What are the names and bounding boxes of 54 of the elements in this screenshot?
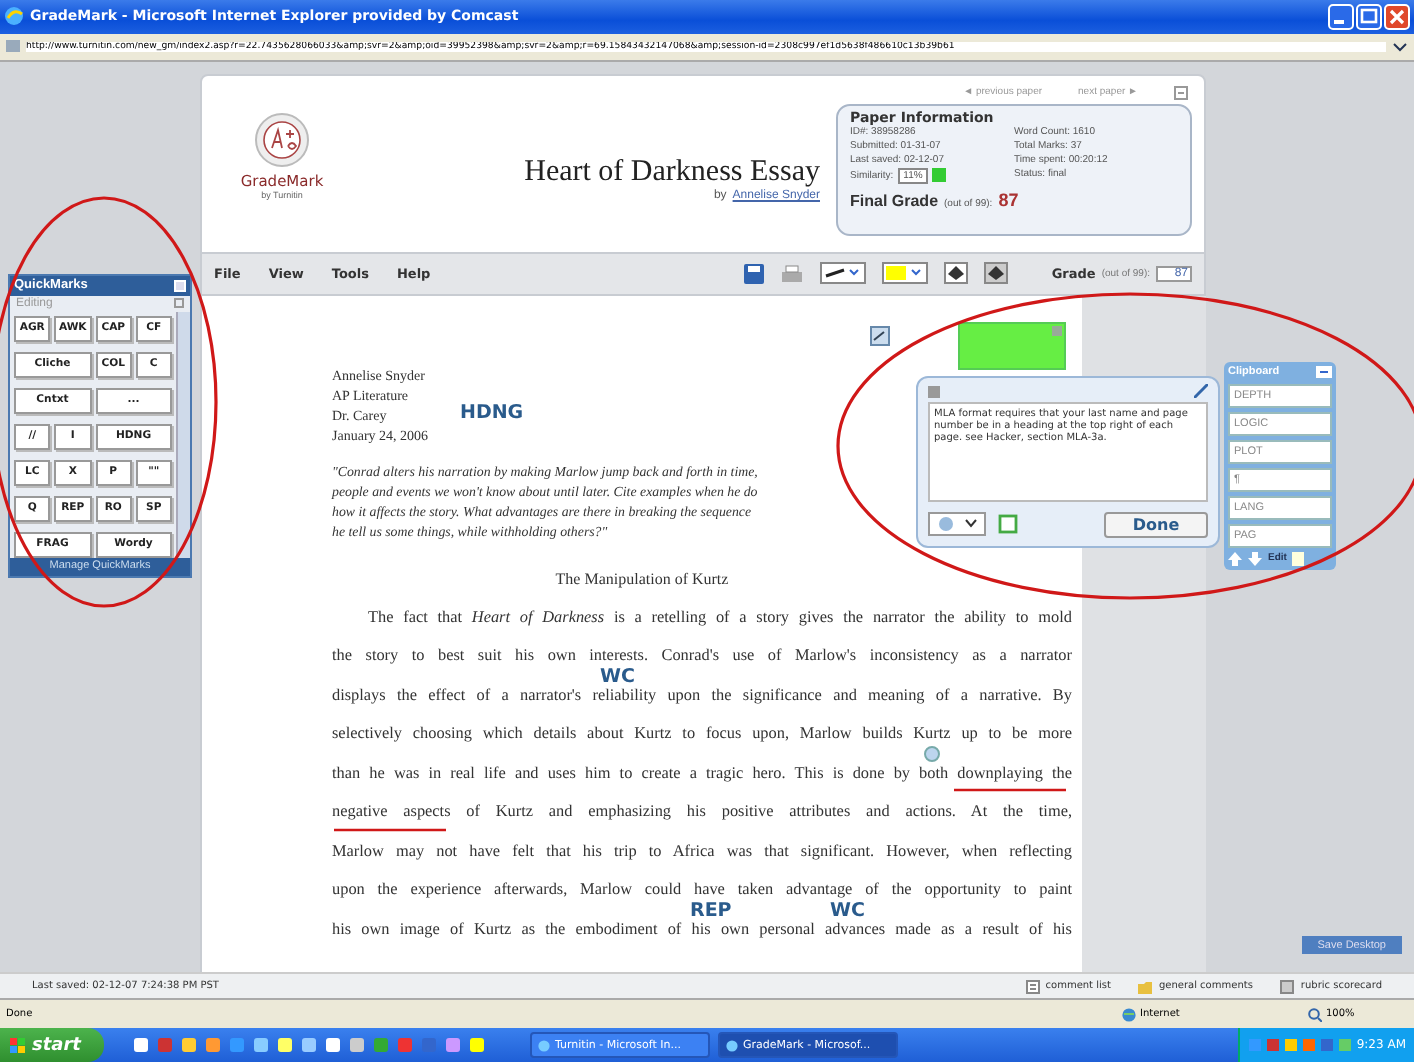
comment-marker-icon[interactable]	[870, 325, 890, 346]
note-icon[interactable]	[1292, 551, 1305, 566]
close-icon[interactable]	[174, 279, 186, 292]
quickmark-label[interactable]: WC	[830, 901, 865, 920]
list-icon[interactable]	[1025, 979, 1040, 994]
delete-icon[interactable]	[928, 383, 940, 398]
final-grade-value: 87	[998, 189, 1019, 210]
document-text: displays the effect of a narrator's reliability upon the significance and meaning of a narrative. By	[332, 685, 1072, 706]
document-text: than he was in real life and uses him to create a tragic hero. This is done by both downplaying the	[332, 763, 1072, 784]
pen-dropdown-icon[interactable]	[819, 262, 866, 285]
comment-type-dropdown-icon[interactable]	[928, 512, 986, 537]
collapse-icon[interactable]	[174, 297, 184, 308]
grid-icon[interactable]	[1280, 979, 1295, 994]
quickmark-label[interactable]: REP	[690, 901, 732, 920]
browser-icon	[538, 1039, 551, 1052]
done-button[interactable]: Done	[1104, 511, 1208, 538]
paper-title: Heart of Darkness Essay	[524, 155, 820, 188]
document-text: his own image of Kurtz as the embodiment of his own personal advances made as a result of his	[332, 919, 1072, 940]
scroll-bar[interactable]	[176, 311, 190, 558]
up-arrow-icon[interactable]	[1228, 551, 1242, 566]
document-text: The fact that Heart of Darkness is a retelling of a story gives the narrator the ability to mold	[366, 607, 1072, 628]
minimize-icon[interactable]	[1316, 365, 1332, 378]
annotation-underline	[334, 828, 446, 831]
globe-icon	[1122, 1007, 1136, 1022]
print-icon[interactable]	[779, 263, 804, 284]
document-text: negative aspects of Kurtz and emphasizing his positive attributes and actions. At the time,	[332, 802, 1072, 823]
next-mark-icon[interactable]	[983, 262, 1008, 285]
maximize-button[interactable]	[1356, 3, 1382, 30]
previous-mark-icon[interactable]	[943, 262, 968, 285]
minimize-icon[interactable]	[1174, 85, 1188, 100]
page-icon	[6, 38, 20, 55]
browser-icon	[726, 1039, 739, 1052]
document-text: the story to best suit his own interests. Conrad's use of Marlow's inconsistency as a narrator	[332, 646, 1072, 667]
grademark-logo-icon	[254, 111, 310, 168]
document-heading: The Manipulation of Kurtz	[553, 569, 731, 588]
quickmark-label[interactable]: WC	[600, 667, 635, 686]
annotation-underline	[954, 788, 1066, 791]
add-rubric-icon[interactable]	[998, 514, 1018, 535]
down-arrow-icon[interactable]	[1248, 551, 1262, 566]
highlight-color-dropdown-icon[interactable]	[881, 262, 928, 285]
document-text: Marlow may not have felt that his trip to Africa was that significant. However, when reflecting	[332, 841, 1072, 862]
browser-icon	[4, 6, 24, 27]
windows-logo-icon	[10, 1037, 26, 1054]
similarity-indicator	[932, 168, 947, 183]
zoom-icon[interactable]	[1308, 1007, 1322, 1022]
document-text: upon the experience afterwards, Marlow could have taken advantage of the opportunity to paint	[332, 880, 1072, 901]
minimize-button[interactable]	[1328, 3, 1354, 30]
final-grade-label: Final Grade	[850, 191, 939, 210]
save-icon[interactable]	[743, 263, 764, 284]
dropdown-icon[interactable]	[1392, 39, 1408, 54]
document-text: selectively choosing which details about Kurtz to focus upon, Marlow builds Kurtz up to be more	[332, 724, 1072, 745]
quickmark-label[interactable]: HDNG	[460, 403, 524, 422]
close-button[interactable]	[1384, 3, 1410, 30]
pin-icon[interactable]	[1194, 383, 1208, 398]
